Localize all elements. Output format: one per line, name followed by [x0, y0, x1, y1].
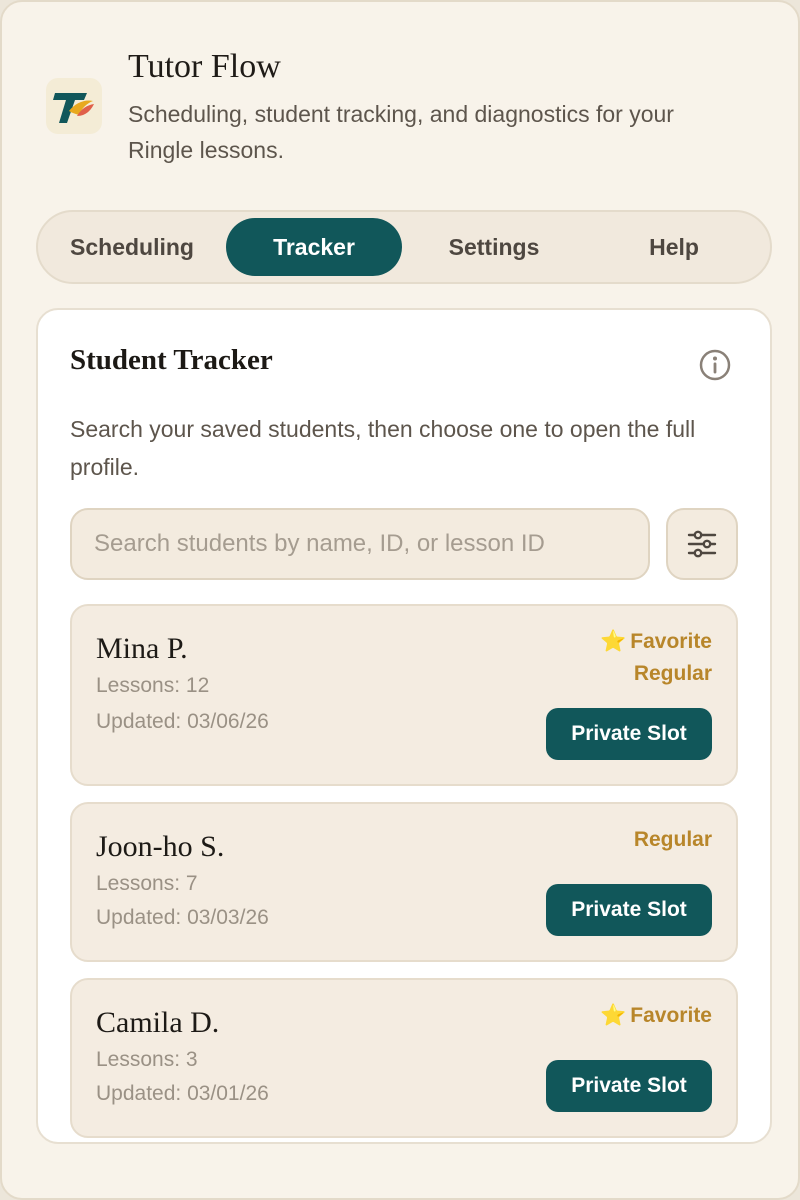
tab-settings[interactable]: Settings — [406, 218, 582, 276]
tutor-flow-logo-icon — [46, 78, 102, 134]
student-row[interactable]: Mina P. Lessons: 12 Updated: 03/06/26 ⭐ F… — [70, 604, 738, 786]
private-slot-button[interactable]: Private Slot — [546, 884, 712, 936]
student-updated: Updated: 03/01/26 — [96, 1082, 269, 1105]
app-title: Tutor Flow — [128, 48, 281, 85]
student-row[interactable]: Camila D. Lessons: 3 Updated: 03/01/26 ⭐… — [70, 978, 738, 1138]
favorite-badge: ⭐ Favorite — [600, 630, 712, 653]
app-subtitle: Scheduling, student tracking, and diagno… — [128, 101, 674, 163]
favorite-badge: ⭐ Favorite — [600, 1004, 712, 1027]
student-updated: Updated: 03/03/26 — [96, 906, 269, 929]
star-icon: ⭐ — [600, 630, 627, 653]
filter-button[interactable] — [666, 508, 738, 580]
tab-scheduling[interactable]: Scheduling — [44, 218, 220, 276]
student-name: Mina P. — [96, 632, 188, 665]
regular-badge: Regular — [633, 828, 712, 851]
student-lessons: Lessons: 12 — [96, 674, 210, 697]
search-input[interactable] — [70, 508, 650, 580]
regular-badge: Regular — [633, 662, 712, 685]
student-tracker-card: Student Tracker Search your saved studen… — [36, 308, 772, 1144]
private-slot-button[interactable]: Private Slot — [546, 1060, 712, 1112]
student-name: Joon-ho S. — [96, 830, 225, 863]
student-lessons: Lessons: 7 — [96, 872, 198, 895]
card-description: Search your saved students, then choose … — [70, 416, 696, 480]
main-tabs: Scheduling Tracker Settings Help — [36, 210, 772, 284]
student-row[interactable]: Joon-ho S. Lessons: 7 Updated: 03/03/26 … — [70, 802, 738, 962]
sliders-icon — [687, 530, 717, 558]
tab-help[interactable]: Help — [586, 218, 762, 276]
card-title: Student Tracker — [70, 344, 273, 376]
tab-tracker[interactable]: Tracker — [226, 218, 402, 276]
info-icon[interactable] — [698, 348, 732, 382]
student-updated: Updated: 03/06/26 — [96, 710, 269, 733]
student-lessons: Lessons: 3 — [96, 1048, 198, 1071]
private-slot-button[interactable]: Private Slot — [546, 708, 712, 760]
star-icon: ⭐ — [600, 1004, 627, 1027]
student-name: Camila D. — [96, 1006, 220, 1039]
app-window: Tutor Flow Scheduling, student tracking,… — [0, 0, 800, 1200]
